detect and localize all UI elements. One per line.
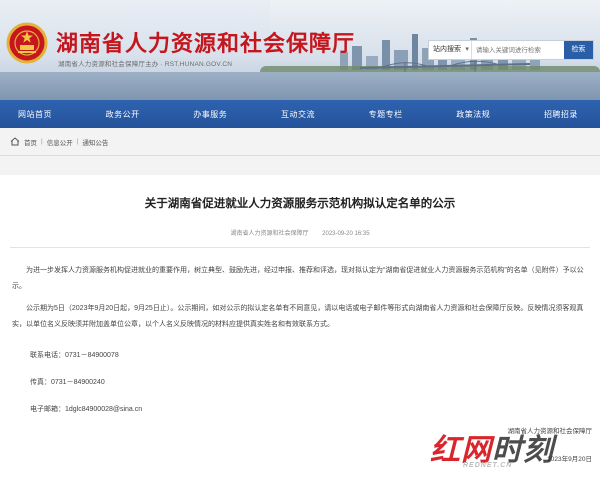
article-paragraph: 公示期为5日（2023年9月20日起，9月25日止）。公示期间，如对公示的拟认定… <box>12 305 584 328</box>
article-date: 2023-09-20 16:35 <box>322 231 370 237</box>
article-meta: 湖南省人力资源和社会保障厅 2023-09-20 16:35 <box>0 225 600 243</box>
article-source: 湖南省人力资源和社会保障厅 <box>230 231 309 237</box>
article-body: 为进一步发挥人力资源服务机构促进就业的重要作用，树立典型、鼓励先进，经过申报、推… <box>12 263 588 339</box>
main-nav: 网站首页 政务公开 办事服务 互动交流 专题专栏 政策法规 招聘招录 <box>0 100 600 128</box>
article-title: 关于湖南省促进就业人力资源服务示范机构拟认定名单的公示 <box>144 196 456 210</box>
site-subtitle: 湖南省人力资源和社会保障厅主办 · RST.HUNAN.GOV.CN <box>58 61 233 68</box>
watermark-subtext: REDNET.CN <box>463 462 513 469</box>
contact-fax: 传真：0731－84900240 <box>30 379 105 386</box>
contact-email[interactable]: 电子邮箱：1dglc84900028@sina.cn <box>30 404 142 414</box>
nav-item-services[interactable]: 办事服务 <box>193 109 227 120</box>
breadcrumb: 首页 | 信息公开 | 通知公告 <box>0 128 600 156</box>
search-button[interactable]: 检索 <box>563 41 593 59</box>
nav-item-home[interactable]: 网站首页 <box>18 109 52 120</box>
breadcrumb-notices[interactable]: 通知公告 <box>82 137 108 147</box>
header-banner: 湖南省人力资源和社会保障厅 湖南省人力资源和社会保障厅主办 · RST.HUNA… <box>0 0 600 100</box>
nav-item-interaction[interactable]: 互动交流 <box>281 109 315 120</box>
article-divider <box>10 247 590 248</box>
search-input[interactable] <box>471 41 564 59</box>
nav-item-gov-info[interactable]: 政务公开 <box>106 109 140 120</box>
contact-phone: 联系电话：0731－84900078 <box>30 352 119 359</box>
breadcrumb-info[interactable]: 信息公开 <box>47 137 73 147</box>
nav-item-policies[interactable]: 政策法规 <box>456 109 490 120</box>
article-paragraph: 为进一步发挥人力资源服务机构促进就业的重要作用，树立典型、鼓励先进，经过申报、推… <box>12 267 584 290</box>
national-emblem-icon <box>6 22 48 64</box>
breadcrumb-separator: | <box>41 138 43 145</box>
home-icon <box>10 137 20 146</box>
breadcrumb-home[interactable]: 首页 <box>24 137 37 147</box>
banner-water <box>0 72 600 100</box>
search-box: 站内搜索 检索 <box>428 40 594 60</box>
site-title: 湖南省人力资源和社会保障厅 <box>56 32 356 57</box>
breadcrumb-separator: | <box>76 138 79 145</box>
search-scope-select[interactable]: 站内搜索 <box>429 41 472 59</box>
nav-item-topics[interactable]: 专题专栏 <box>369 109 403 120</box>
nav-item-recruitment[interactable]: 招聘招录 <box>544 109 578 120</box>
